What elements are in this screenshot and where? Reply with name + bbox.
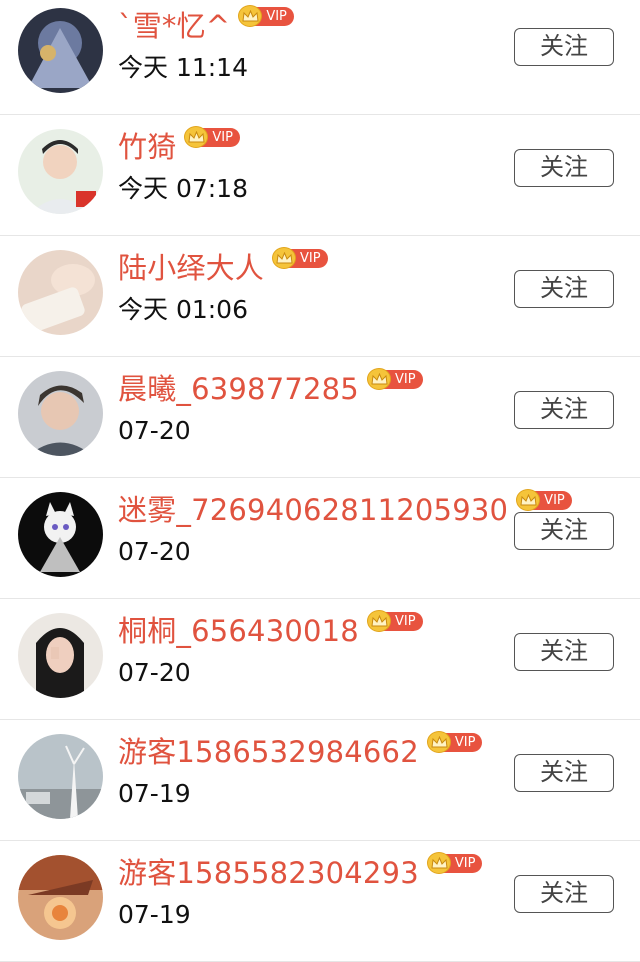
- vip-badge: VIP: [238, 5, 294, 27]
- vip-badge: VIP: [366, 368, 423, 390]
- follow-button[interactable]: 关注: [514, 875, 614, 913]
- follow-button[interactable]: 关注: [514, 28, 614, 66]
- timestamp: 今天 11:14: [118, 53, 248, 82]
- user-name[interactable]: 竹猗: [118, 127, 176, 167]
- user-name[interactable]: 桐桐_656430018: [118, 611, 359, 651]
- vip-badge: VIP: [426, 852, 483, 874]
- user-row[interactable]: 迷雾_72694062811205930 VIP 07-20 关注: [0, 478, 640, 599]
- timestamp: 今天 01:06: [118, 295, 248, 324]
- user-name[interactable]: 陆小绎大人: [118, 248, 264, 288]
- user-row[interactable]: 游客1586532984662 VIP 07-19 关注: [0, 720, 640, 841]
- timestamp: 07-20: [118, 416, 191, 445]
- user-row[interactable]: 桐桐_656430018 VIP 07-20 关注: [0, 599, 640, 720]
- timestamp: 今天 07:18: [118, 174, 248, 203]
- avatar[interactable]: [18, 613, 103, 698]
- user-row[interactable]: 晨曦_639877285 VIP 07-20 关注: [0, 357, 640, 478]
- avatar[interactable]: [18, 8, 103, 93]
- crown-icon: [366, 368, 391, 390]
- vip-badge: VIP: [516, 489, 572, 511]
- user-name[interactable]: 游客1586532984662: [118, 732, 419, 772]
- timestamp: 07-20: [118, 658, 191, 687]
- avatar[interactable]: [18, 855, 103, 940]
- crown-icon: [366, 610, 391, 632]
- follow-button[interactable]: 关注: [514, 270, 614, 308]
- follow-button[interactable]: 关注: [514, 149, 614, 187]
- avatar[interactable]: [18, 371, 103, 456]
- user-row[interactable]: 游客1585582304293 VIP 07-19 关注: [0, 841, 640, 962]
- avatar[interactable]: [18, 492, 103, 577]
- timestamp: 07-20: [118, 537, 191, 566]
- user-name[interactable]: 迷雾_72694062811205930: [118, 490, 508, 530]
- avatar[interactable]: [18, 129, 103, 214]
- follow-button[interactable]: 关注: [514, 633, 614, 671]
- user-row[interactable]: 陆小绎大人 VIP 今天 01:06 关注: [0, 236, 640, 357]
- follow-button[interactable]: 关注: [514, 512, 614, 550]
- crown-icon: [516, 489, 541, 511]
- user-name[interactable]: 晨曦_639877285: [118, 369, 359, 409]
- follow-button[interactable]: 关注: [514, 754, 614, 792]
- user-name[interactable]: 游客1585582304293: [118, 853, 419, 893]
- vip-badge: VIP: [366, 610, 423, 632]
- follow-button[interactable]: 关注: [514, 391, 614, 429]
- vip-badge: VIP: [184, 126, 240, 148]
- vip-badge: VIP: [272, 247, 328, 269]
- vip-badge: VIP: [426, 731, 483, 753]
- avatar[interactable]: [18, 734, 103, 819]
- user-row[interactable]: 竹猗 VIP 今天 07:18 关注: [0, 115, 640, 236]
- crown-icon: [426, 731, 451, 753]
- user-row[interactable]: `雪*忆^ VIP 今天 11:14 关注: [0, 0, 640, 115]
- crown-icon: [272, 247, 297, 269]
- avatar[interactable]: [18, 250, 103, 335]
- timestamp: 07-19: [118, 900, 191, 929]
- user-name[interactable]: `雪*忆^: [118, 6, 230, 46]
- crown-icon: [426, 852, 451, 874]
- timestamp: 07-19: [118, 779, 191, 808]
